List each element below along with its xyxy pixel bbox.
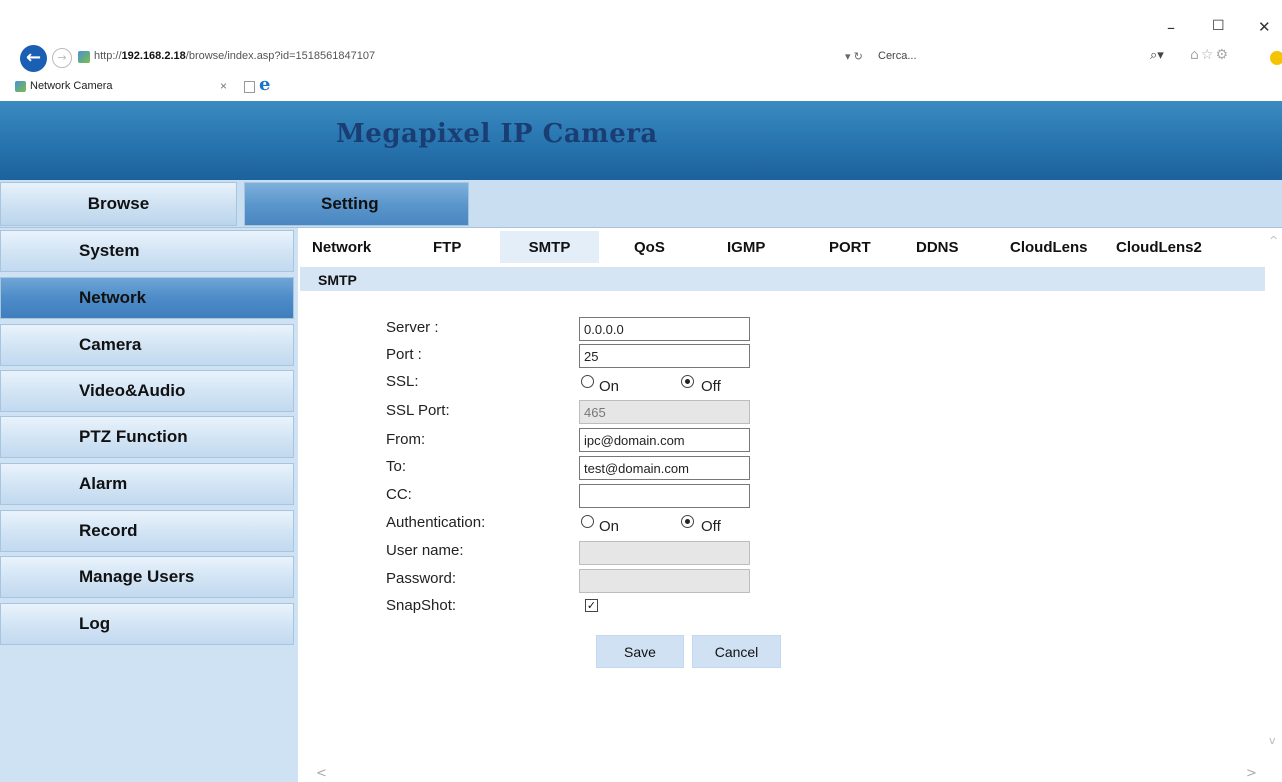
username-input	[579, 541, 750, 565]
setting-button[interactable]: Setting	[244, 182, 469, 226]
auth-on-radio[interactable]	[581, 515, 594, 528]
password-label: Password:	[386, 570, 457, 587]
page-favicon-icon	[78, 51, 90, 63]
tab-port[interactable]: PORT	[829, 231, 871, 263]
sidebar: System Network Camera Video&Audio PTZ Fu…	[0, 228, 298, 782]
new-tab-icon[interactable]	[244, 81, 255, 93]
sidebar-item-record[interactable]: Record	[0, 510, 294, 552]
tab-title: Network Camera	[30, 80, 113, 92]
refresh-icon[interactable]: ▾ ↻	[845, 50, 863, 63]
tab-ddns[interactable]: DDNS	[916, 231, 959, 263]
page-title: Megapixel IP Camera	[336, 119, 658, 149]
smiley-feedback-icon[interactable]	[1270, 51, 1282, 65]
section-title: SMTP	[318, 272, 357, 288]
snapshot-checkbox[interactable]: ✓	[585, 599, 598, 612]
forward-arrow-icon[interactable]: →	[52, 48, 72, 68]
section-header: SMTP	[300, 267, 1265, 291]
tab-favicon-icon	[15, 81, 26, 92]
tab-qos[interactable]: QoS	[634, 231, 665, 263]
sidebar-item-ptz-function[interactable]: PTZ Function	[0, 416, 294, 458]
tab-cloudlens2[interactable]: CloudLens2	[1116, 231, 1202, 263]
home-star-gear-icons[interactable]: ⌂☆⚙	[1190, 47, 1230, 63]
address-bar[interactable]: http://192.168.2.18/browse/index.asp?id=…	[94, 50, 375, 62]
search-icon[interactable]: ⌕▾	[1150, 48, 1164, 63]
auth-off-label: Off	[701, 518, 721, 535]
sidebar-item-alarm[interactable]: Alarm	[0, 463, 294, 505]
to-label: To:	[386, 458, 407, 475]
scroll-down-arrow-icon[interactable]: v	[1269, 734, 1276, 747]
tab-ftp[interactable]: FTP	[433, 231, 461, 263]
minimize-button[interactable]: –	[1167, 18, 1175, 37]
authentication-label: Authentication:	[386, 514, 486, 531]
close-window-button[interactable]: ✕	[1258, 18, 1271, 36]
sidebar-item-network[interactable]: Network	[0, 277, 294, 319]
sidebar-item-log[interactable]: Log	[0, 603, 294, 645]
scroll-up-arrow-icon[interactable]: ^	[1269, 234, 1278, 247]
port-label: Port :	[386, 346, 422, 363]
back-arrow-icon[interactable]: ←	[20, 45, 47, 72]
ssl-off-label: Off	[701, 378, 721, 395]
ssl-port-label: SSL Port:	[386, 402, 450, 419]
sidebar-item-manage-users[interactable]: Manage Users	[0, 556, 294, 598]
sub-navigation: Network FTP SMTP QoS IGMP PORT DDNS Clou…	[298, 228, 1265, 266]
cc-input[interactable]	[579, 484, 750, 508]
url-host: 192.168.2.18	[121, 50, 186, 62]
ssl-label: SSL:	[386, 373, 419, 390]
sidebar-item-system[interactable]: System	[0, 230, 294, 272]
from-label: From:	[386, 431, 426, 448]
url-path: /browse/index.asp?id=1518561847107	[185, 50, 376, 62]
browser-tab[interactable]: Network Camera ×	[0, 75, 240, 99]
password-input	[579, 569, 750, 593]
to-input[interactable]	[579, 456, 750, 480]
save-button[interactable]: Save	[596, 635, 684, 668]
tab-smtp[interactable]: SMTP	[500, 231, 599, 263]
scroll-left-arrow-icon[interactable]: <	[316, 766, 327, 781]
ssl-port-input	[579, 400, 750, 424]
sidebar-item-camera[interactable]: Camera	[0, 324, 294, 366]
browser-search-input[interactable]: Cerca...	[878, 50, 917, 62]
ssl-off-radio[interactable]	[681, 375, 694, 388]
url-prefix: http://	[94, 50, 122, 62]
browse-button[interactable]: Browse	[0, 182, 237, 226]
browser-chrome: – ☐ ✕ ← → http://192.168.2.18/browse/ind…	[0, 0, 1282, 101]
tab-cloudlens[interactable]: CloudLens	[1010, 231, 1088, 263]
cc-label: CC:	[386, 486, 412, 503]
auth-on-label: On	[599, 518, 620, 535]
tab-close-icon[interactable]: ×	[220, 79, 227, 93]
username-label: User name:	[386, 542, 464, 559]
main-content: Network FTP SMTP QoS IGMP PORT DDNS Clou…	[298, 228, 1282, 782]
auth-off-radio[interactable]	[681, 515, 694, 528]
maximize-button[interactable]: ☐	[1212, 18, 1225, 34]
snapshot-label: SnapShot:	[386, 597, 457, 614]
top-navigation: Browse Setting	[0, 180, 1282, 228]
ie-logo-icon[interactable]: e	[259, 74, 270, 95]
server-input[interactable]	[579, 317, 750, 341]
ssl-on-radio[interactable]	[581, 375, 594, 388]
sidebar-item-video-audio[interactable]: Video&Audio	[0, 370, 294, 412]
port-input[interactable]	[579, 344, 750, 368]
from-input[interactable]	[579, 428, 750, 452]
server-label: Server :	[386, 319, 439, 336]
tab-igmp[interactable]: IGMP	[727, 231, 765, 263]
scroll-right-arrow-icon[interactable]: >	[1246, 766, 1257, 781]
tab-network[interactable]: Network	[312, 231, 371, 263]
cancel-button[interactable]: Cancel	[692, 635, 781, 668]
header-banner: Megapixel IP Camera	[0, 101, 1282, 180]
ssl-on-label: On	[599, 378, 620, 395]
